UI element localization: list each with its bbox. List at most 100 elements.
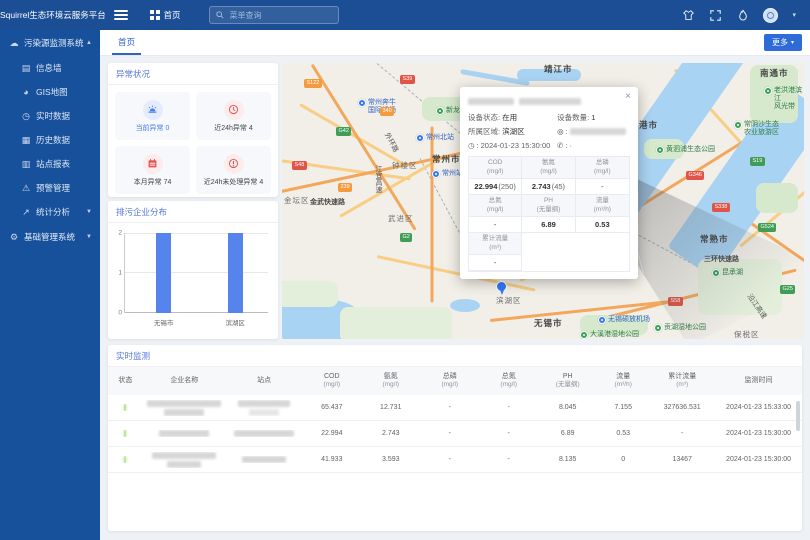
more-button[interactable]: 更多▾ — [764, 34, 802, 51]
card-current-abnormal[interactable]: 当前异常 0 — [115, 92, 190, 140]
redacted-text — [468, 98, 514, 105]
menu-toggle-icon[interactable] — [114, 10, 128, 20]
map-label: 黄泗浦生态公园 — [656, 146, 715, 154]
sidebar-item-realtime-data[interactable]: ◷实时数据 — [0, 104, 100, 128]
map-label: 昆承湖 — [712, 269, 743, 277]
redacted-text — [164, 409, 204, 416]
tab-bar: 首页 更多▾ — [100, 30, 810, 56]
popup-device-info: 设备状态:在用 设备数量:1 所属区域:滨湖区 ◎: ◷:2024-01-23 … — [468, 111, 630, 151]
card-month-abnormal[interactable]: 本月异常 74 — [115, 146, 190, 194]
park-marker-icon — [580, 331, 588, 339]
airport-marker-icon — [358, 99, 366, 107]
bar-wuxi[interactable] — [156, 233, 171, 313]
search-icon — [216, 11, 224, 19]
flame-icon[interactable] — [736, 9, 749, 22]
map-label: 无锡市 — [534, 319, 563, 329]
grid-icon — [150, 10, 160, 20]
road-number-badge: S58 — [668, 297, 683, 306]
enterprise-distribution-panel: 排污企业分布 2 1 0 无锡市 滨湖区 — [108, 201, 278, 339]
table-row[interactable]: 41.933 3.593 - - 8.135 0 13467 2024-01-2… — [108, 447, 802, 473]
app-logo: Squirrel生态环境云服务平台 — [0, 9, 100, 21]
map-label: 无锡硕放机场 — [598, 316, 650, 324]
map-label: 江宜高速 — [374, 165, 382, 193]
user-avatar[interactable] — [763, 8, 778, 23]
table-row[interactable]: 65.437 12.731 - - 8.045 7.155 327636.531… — [108, 395, 802, 421]
map-label: 南通市 — [760, 69, 789, 79]
road-number-badge: G346 — [686, 171, 704, 180]
park-marker-icon — [764, 87, 772, 95]
chevron-down-icon: ▼ — [86, 234, 92, 240]
map-label: 钟楼区 — [392, 162, 418, 171]
sidebar-item-info-wall[interactable]: ▤信息墙 — [0, 56, 100, 80]
tab-home[interactable]: 首页 — [112, 30, 141, 55]
map-label: 常州北站 — [416, 134, 454, 142]
clock-alert-icon — [224, 100, 244, 120]
cloud-monitor-icon: ☁ — [8, 38, 20, 49]
sidebar-item-statistics[interactable]: ↗统计分析▼ — [0, 200, 100, 224]
redacted-text — [249, 409, 279, 416]
sidebar-group-basic-management[interactable]: ⚙ 基础管理系统 ▼ — [0, 224, 100, 250]
fullscreen-icon[interactable] — [709, 9, 722, 22]
panel-title: 异常状况 — [108, 63, 278, 85]
abnormal-status-panel: 异常状况 当前异常 0 近24h异常 4 本月异常 74 — [108, 63, 278, 197]
abnormal-cards: 当前异常 0 近24h异常 4 本月异常 74 近24h未处理异常 4 — [108, 85, 278, 201]
table-scrollbar[interactable] — [796, 401, 800, 431]
redacted-text — [167, 461, 201, 468]
lake-marker-icon — [712, 269, 720, 277]
park-marker-icon — [656, 146, 664, 154]
sidebar-group-label: 基础管理系统 — [24, 231, 75, 243]
calendar-alert-icon — [143, 154, 163, 174]
siren-icon — [143, 100, 163, 120]
sidebar-group-pollution-monitor[interactable]: ☁ 污染源监测系统 ▲ — [0, 30, 100, 56]
card-24h-abnormal[interactable]: 近24h异常 4 — [196, 92, 271, 140]
status-indicator-normal — [124, 404, 126, 411]
road-number-badge: S48 — [292, 161, 307, 170]
chevron-down-icon: ▾ — [791, 39, 794, 46]
chevron-down-icon: ▼ — [86, 209, 92, 215]
theme-skin-icon[interactable] — [682, 9, 695, 22]
user-menu-caret-icon[interactable]: ▾ — [792, 11, 796, 19]
monitor-table: 状态 企业名称 站点 COD(mg/l) 氨氮(mg/l) 总磷(mg/l) 总… — [108, 367, 802, 473]
map-green-area — [698, 259, 782, 315]
close-icon[interactable]: × — [625, 91, 631, 102]
topbar-actions: ▾ — [682, 8, 810, 23]
road-number-badge: 340 — [380, 107, 394, 116]
station-map-pin[interactable] — [496, 281, 507, 296]
map-label: 常熟市 — [700, 235, 729, 245]
x-tick: 滨湖区 — [225, 317, 245, 327]
map-green-area — [340, 307, 452, 339]
alert-circle-icon — [224, 154, 244, 174]
map-label: 靖江市 — [544, 65, 573, 75]
road-number-badge: G42 — [336, 127, 351, 136]
device-status: 在用 — [502, 112, 517, 123]
table-header-row: 状态 企业名称 站点 COD(mg/l) 氨氮(mg/l) 总磷(mg/l) 总… — [108, 367, 802, 395]
menu-search[interactable] — [209, 6, 339, 24]
bar-binhu[interactable] — [228, 233, 243, 313]
redacted-text — [159, 430, 209, 437]
map-label: 武进区 — [388, 215, 414, 224]
park-marker-icon — [654, 324, 662, 332]
gridline — [125, 233, 268, 234]
sidebar-item-history-data[interactable]: ▦历史数据 — [0, 128, 100, 152]
realtime-monitor-panel: 实时监测 状态 企业名称 站点 COD(mg/l) 氨氮(mg/l) 总磷(mg… — [108, 345, 802, 531]
sidebar-item-station-report[interactable]: ▥站点报表 — [0, 152, 100, 176]
card-value: 4 — [249, 125, 253, 132]
region: 滨湖区 — [502, 126, 525, 137]
map-label: 三环快速路 — [704, 256, 739, 264]
road-number-badge: S338 — [712, 203, 730, 212]
sidebar-item-gis-map[interactable]: ◕GIS地图 — [0, 80, 100, 104]
table-row[interactable]: 22.994 2.743 - - 6.89 0.53 - 2024-01-23 … — [108, 421, 802, 447]
nav-home[interactable]: 首页 — [150, 9, 181, 21]
y-tick: 1 — [118, 270, 122, 277]
rail-station-marker-icon — [416, 134, 424, 142]
x-tick: 无锡市 — [154, 317, 174, 327]
road-number-badge: G2 — [400, 233, 412, 242]
popup-phone: · — [569, 141, 572, 150]
status-indicator-normal — [124, 456, 126, 463]
gis-map[interactable]: 靖江市南通市张家港市常熟市常州市无锡市钟楼区金坛区武进区滨湖区保税区常州奔牛 国… — [282, 63, 804, 339]
card-24h-unhandled-abnormal[interactable]: 近24h未处理异常 4 — [196, 146, 271, 194]
nav-home-label: 首页 — [164, 9, 181, 21]
sidebar-item-alert-management[interactable]: ⚠预警管理 — [0, 176, 100, 200]
search-input[interactable] — [228, 10, 332, 21]
redacted-text — [242, 456, 286, 463]
